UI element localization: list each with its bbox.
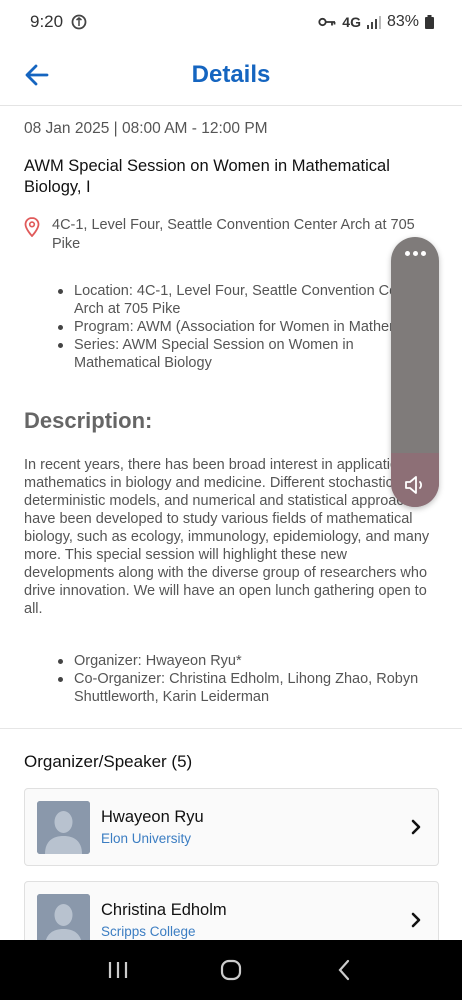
avatar (37, 893, 90, 940)
volume-slider[interactable] (391, 237, 439, 507)
signal-icon (366, 15, 381, 29)
network-label: 4G (342, 14, 361, 30)
home-icon (220, 959, 242, 981)
info-program: Program: AWM (Association for Women in M… (58, 318, 443, 336)
organizer-list: Organizer: Hwayeon Ryu* Co-Organizer: Ch… (58, 652, 443, 706)
back-chevron-icon (338, 959, 349, 981)
speaker-volume-icon[interactable] (403, 473, 427, 497)
battery-icon (425, 15, 434, 29)
location-text: 4C-1, Level Four, Seattle Convention Cen… (52, 217, 415, 252)
speaker-name: Hwayeon Ryu (101, 807, 204, 826)
recent-apps-button[interactable] (98, 950, 138, 990)
speakers-heading: Organizer/Speaker (5) (24, 752, 193, 771)
back-button[interactable] (18, 56, 56, 94)
person-placeholder-icon (37, 800, 90, 854)
status-bar: 9:20 4G 83% (0, 0, 462, 44)
organizer-item: Organizer: Hwayeon Ryu* (58, 652, 443, 670)
app-header: Details (0, 44, 462, 106)
speaker-affiliation: Scripps College (101, 923, 196, 939)
sync-icon (71, 14, 87, 30)
description-heading: Description: (24, 408, 153, 433)
co-organizer-item: Co-Organizer: Christina Edholm, Lihong Z… (58, 670, 443, 706)
page-title: Details (191, 60, 271, 88)
key-icon (318, 16, 336, 28)
chevron-right-icon (406, 910, 426, 930)
event-info-list: Location: 4C-1, Level Four, Seattle Conv… (58, 282, 443, 372)
event-location: 4C-1, Level Four, Seattle Convention Cen… (24, 216, 439, 254)
details-content[interactable]: 08 Jan 2025 | 08:00 AM - 12:00 PM AWM Sp… (0, 106, 462, 940)
info-location: Location: 4C-1, Level Four, Seattle Conv… (58, 282, 443, 318)
divider (0, 728, 462, 729)
recent-apps-icon (109, 962, 128, 978)
avatar (37, 800, 90, 854)
more-options-icon[interactable] (391, 251, 439, 256)
location-pin-icon (24, 217, 40, 237)
speaker-affiliation: Elon University (101, 830, 192, 846)
info-series: Series: AWM Special Session on Women in … (58, 336, 443, 372)
battery-percent: 83% (386, 13, 419, 30)
event-title: AWM Special Session on Women in Mathemat… (24, 157, 390, 196)
event-date-time: 08 Jan 2025 | 08:00 AM - 12:00 PM (24, 120, 268, 137)
description-text: In recent years, there has been broad in… (24, 457, 430, 617)
speaker-name: Christina Edholm (101, 900, 227, 919)
system-nav-bar (0, 940, 462, 1000)
person-placeholder-icon (37, 893, 90, 940)
speaker-card[interactable]: Hwayeon Ryu Elon University (24, 788, 439, 866)
back-arrow-icon (25, 64, 49, 86)
back-nav-button[interactable] (324, 950, 364, 990)
speaker-card[interactable]: Christina Edholm Scripps College (24, 881, 439, 940)
status-time: 9:20 (30, 12, 64, 31)
chevron-right-icon (406, 817, 426, 837)
home-button[interactable] (211, 950, 251, 990)
